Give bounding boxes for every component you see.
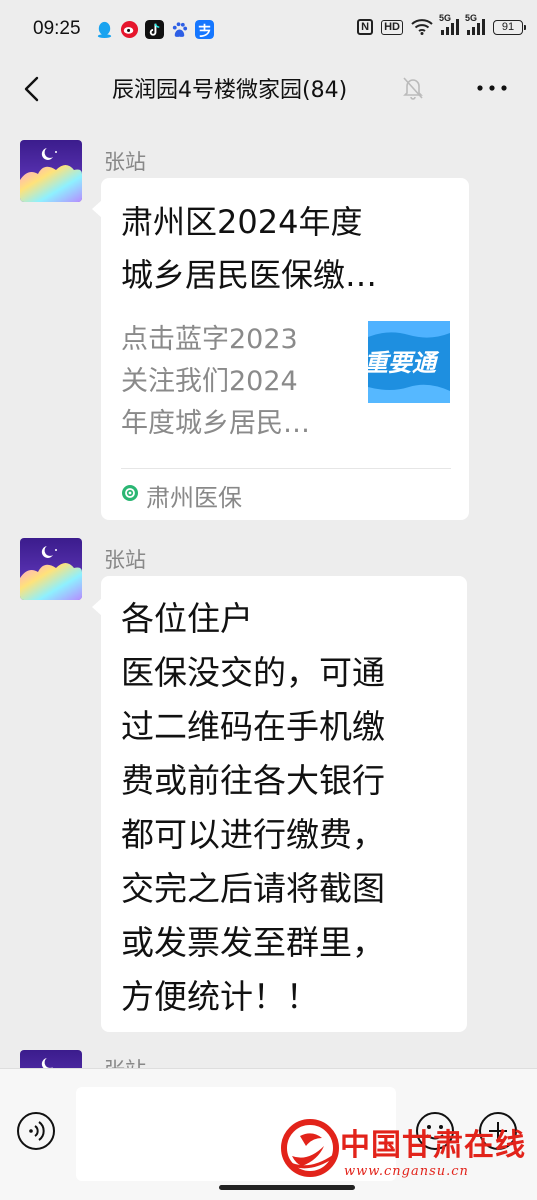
alipay-icon [195, 20, 214, 39]
input-bar [0, 1068, 537, 1200]
chat-title: 辰润园4号楼微家园(84) [112, 78, 348, 103]
sender-name: 张站 [104, 150, 146, 174]
text-message-bubble[interactable]: 各位住户 医保没交的，可通 过二维码在手机缴 费或前往各大银行 都可以进行缴费，… [92, 576, 467, 1032]
avatar[interactable] [20, 140, 82, 202]
status-indicators: N HD 5G 5G 91 [357, 13, 526, 35]
wifi-icon [411, 19, 433, 35]
voice-icon[interactable] [16, 1111, 56, 1151]
wechat-group-chat-screen: 09:25 N HD 5G 5G 91 辰润园4号楼微家园(84) 张站 肃州区… [0, 0, 537, 1200]
weibo-icon [120, 20, 139, 39]
status-time: 09:25 [33, 18, 81, 39]
chat-header: 辰润园4号楼微家园(84) [0, 60, 537, 122]
card-title: 肃州区2024年度 城乡居民医保缴… [121, 203, 378, 294]
status-bar: 09:25 N HD 5G 5G 91 [0, 0, 537, 60]
back-arrow-icon[interactable] [18, 74, 48, 104]
card-source-name: 肃州医保 [146, 484, 242, 512]
signal-icon-sim2: 5G [465, 13, 485, 35]
mute-bell-icon [403, 77, 423, 100]
signal-icon-sim1: 5G [439, 13, 459, 35]
more-dots-icon[interactable] [474, 80, 510, 96]
avatar[interactable] [20, 538, 82, 600]
message-text-content: 各位住户 医保没交的，可通 过二维码在手机缴 费或前往各大银行 都可以进行缴费，… [121, 599, 385, 1016]
nfc-icon: N [357, 19, 374, 35]
card-divider [121, 468, 451, 469]
hd-voice-icon: HD [381, 19, 403, 35]
avatar-image [20, 538, 82, 600]
battery-icon: 91 [493, 19, 526, 35]
status-app-icons [95, 20, 214, 39]
tiktok-icon [145, 20, 164, 39]
emoji-icon[interactable] [415, 1111, 455, 1151]
qq-icon [97, 21, 112, 39]
official-account-icon [122, 485, 138, 501]
avatar-image [20, 140, 82, 202]
baidu-icon [172, 22, 188, 37]
sender-name: 张站 [104, 548, 146, 572]
card-thumbnail-text: 重要通 [368, 349, 440, 377]
message-input[interactable] [76, 1087, 396, 1181]
card-thumbnail: 重要通 [368, 321, 450, 403]
home-indicator[interactable] [219, 1185, 355, 1190]
plus-icon[interactable] [478, 1111, 518, 1151]
card-description: 点击蓝字2023 关注我们2024 年度城乡居民… [121, 324, 310, 439]
link-card-bubble[interactable]: 肃州区2024年度 城乡居民医保缴… 点击蓝字2023 关注我们2024 年度城… [92, 178, 469, 520]
